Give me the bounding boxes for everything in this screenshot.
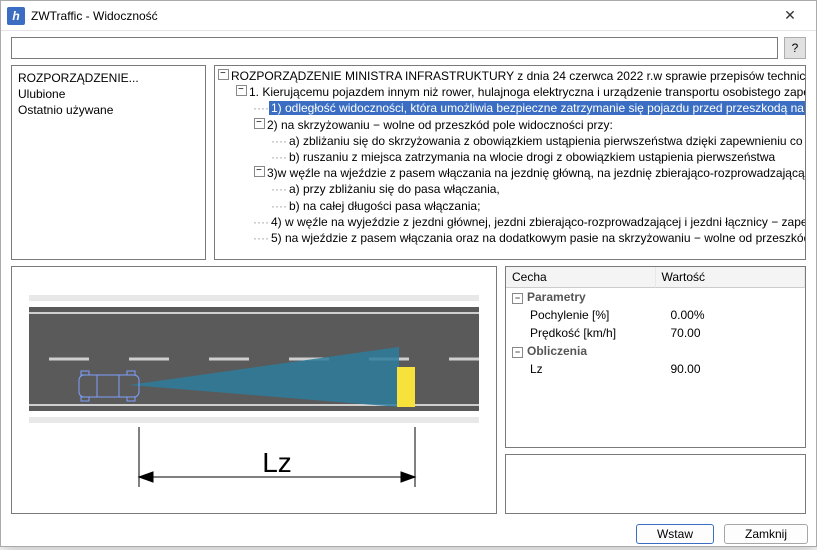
category-item[interactable]: Ulubione [18, 86, 199, 102]
dialog-buttons: Wstaw Zamknij [1, 524, 816, 550]
grid-value[interactable]: 90.00 [665, 360, 806, 378]
tree-node[interactable]: b) na całej długości pasa włączania; [287, 199, 482, 213]
grid-group-obliczenia[interactable]: −Obliczenia [506, 342, 805, 360]
regulation-tree[interactable]: ROZPORZĄDZENIE MINISTRA INFRASTRUKTURY z… [214, 65, 806, 260]
tree-node[interactable]: 1. Kierującemu pojazdem innym niż rower,… [247, 85, 806, 99]
category-item[interactable]: Ostatnio używane [18, 102, 199, 118]
collapse-icon[interactable]: − [512, 347, 523, 358]
close-button[interactable]: Zamknij [724, 524, 808, 544]
dimension-label: Lz [262, 447, 292, 478]
tree-node[interactable]: a) zbliżaniu się do skrzyżowania z obowi… [287, 134, 806, 148]
collapse-icon[interactable]: − [512, 293, 523, 304]
tree-node-selected[interactable]: 1) odległość widoczności, która umożliwi… [269, 101, 806, 115]
grid-row[interactable]: Pochylenie [%] 0.00% [506, 306, 805, 324]
mid-row: ROZPORZĄDZENIE... Ulubione Ostatnio używ… [11, 65, 806, 260]
diagram-pane: Lz [11, 266, 497, 514]
window-title: ZWTraffic - Widoczność [31, 9, 770, 23]
tree-node-root[interactable]: ROZPORZĄDZENIE MINISTRA INFRASTRUKTURY z… [229, 69, 806, 83]
visibility-diagram: Lz [19, 277, 489, 507]
grid-group-parametry[interactable]: −Parametry [506, 288, 805, 306]
grid-row[interactable]: Lz 90.00 [506, 360, 805, 378]
search-row: ? [11, 37, 806, 59]
tree-node[interactable]: a) przy zbliżaniu się do pasa włączania, [287, 182, 502, 196]
category-list[interactable]: ROZPORZĄDZENIE... Ulubione Ostatnio używ… [11, 65, 206, 260]
insert-button[interactable]: Wstaw [636, 524, 714, 544]
tree-toggle-icon[interactable] [235, 84, 247, 100]
tree-toggle-icon[interactable] [217, 68, 229, 84]
grid-value[interactable]: 0.00% [665, 306, 806, 324]
help-button[interactable]: ? [784, 37, 806, 59]
bottom-row: Lz Cecha Wartość −Parametry P [11, 266, 806, 514]
grid-header-key: Cecha [506, 267, 656, 288]
search-input[interactable] [11, 37, 778, 59]
tree-toggle-icon[interactable] [253, 117, 265, 133]
app-icon: h [7, 7, 25, 25]
tree-node[interactable]: 2) na skrzyżowaniu − wolne od przeszkód … [265, 118, 615, 132]
tree-node[interactable]: b) ruszaniu z miejsca zatrzymania na wlo… [287, 150, 777, 164]
category-item[interactable]: ROZPORZĄDZENIE... [18, 70, 199, 86]
grid-header-val: Wartość [656, 267, 806, 288]
titlebar: h ZWTraffic - Widoczność ✕ [1, 1, 816, 31]
content-area: ? ROZPORZĄDZENIE... Ulubione Ostatnio uż… [1, 31, 816, 524]
right-column: Cecha Wartość −Parametry Pochylenie [%] … [505, 266, 806, 514]
grid-value[interactable]: 70.00 [665, 324, 806, 342]
tree-node[interactable]: 3)w węźle na wjeździe z pasem włączania … [265, 166, 806, 180]
tree-node[interactable]: 5) na wjeździe z pasem włączania oraz na… [269, 231, 806, 245]
close-icon[interactable]: ✕ [770, 1, 810, 31]
tree-node[interactable]: 4) w węźle na wyjeździe z jezdni głównej… [269, 215, 806, 229]
grid-header: Cecha Wartość [506, 267, 805, 288]
tree-toggle-icon[interactable] [253, 165, 265, 181]
property-grid[interactable]: Cecha Wartość −Parametry Pochylenie [%] … [505, 266, 806, 448]
grid-row[interactable]: Prędkość [km/h] 70.00 [506, 324, 805, 342]
description-pane [505, 454, 806, 514]
app-window: h ZWTraffic - Widoczność ✕ ? ROZPORZĄDZE… [0, 0, 817, 547]
